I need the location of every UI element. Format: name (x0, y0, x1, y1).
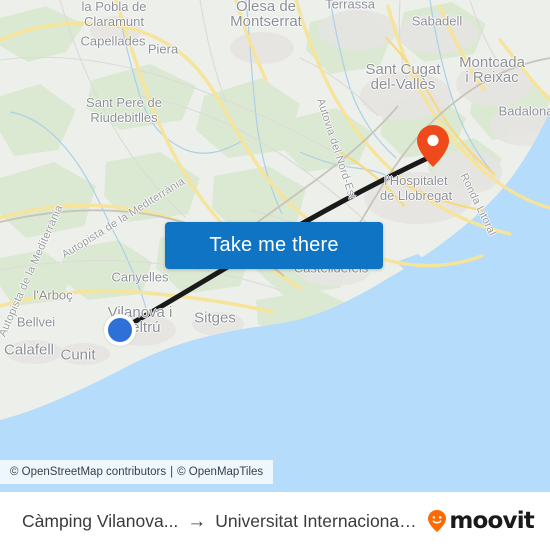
destination-pin[interactable] (416, 124, 450, 168)
map-canvas[interactable]: la Pobla de Claramunt Capellades Piera Olesa… (0, 0, 550, 492)
map-pin-icon (417, 125, 449, 167)
map-screen: la Pobla de Claramunt Capellades Piera Olesa… (0, 0, 550, 550)
route-arrow-icon: → (187, 510, 207, 532)
attribution-separator: | (170, 466, 174, 478)
moovit-wordmark: moovit (449, 507, 534, 534)
route-footer: Càmping Vilanova... → Universitat Intern… (0, 492, 550, 550)
origin-marker[interactable] (104, 314, 136, 346)
attribution-osm[interactable]: © OpenStreetMap contributors (10, 466, 166, 478)
moovit-logo[interactable]: moovit (427, 507, 535, 534)
route-destination-label: Universitat Internacional De C... (215, 510, 420, 531)
moovit-pin-icon (428, 510, 447, 532)
take-me-there-button[interactable]: Take me there (165, 222, 383, 269)
route-summary: Càmping Vilanova... → Universitat Intern… (22, 511, 419, 532)
route-origin-label: Càmping Vilanova... (22, 510, 179, 531)
map-attribution: © OpenStreetMap contributors | © OpenMap… (0, 460, 274, 484)
attribution-openmaptiles[interactable]: © OpenMapTiles (177, 466, 263, 478)
